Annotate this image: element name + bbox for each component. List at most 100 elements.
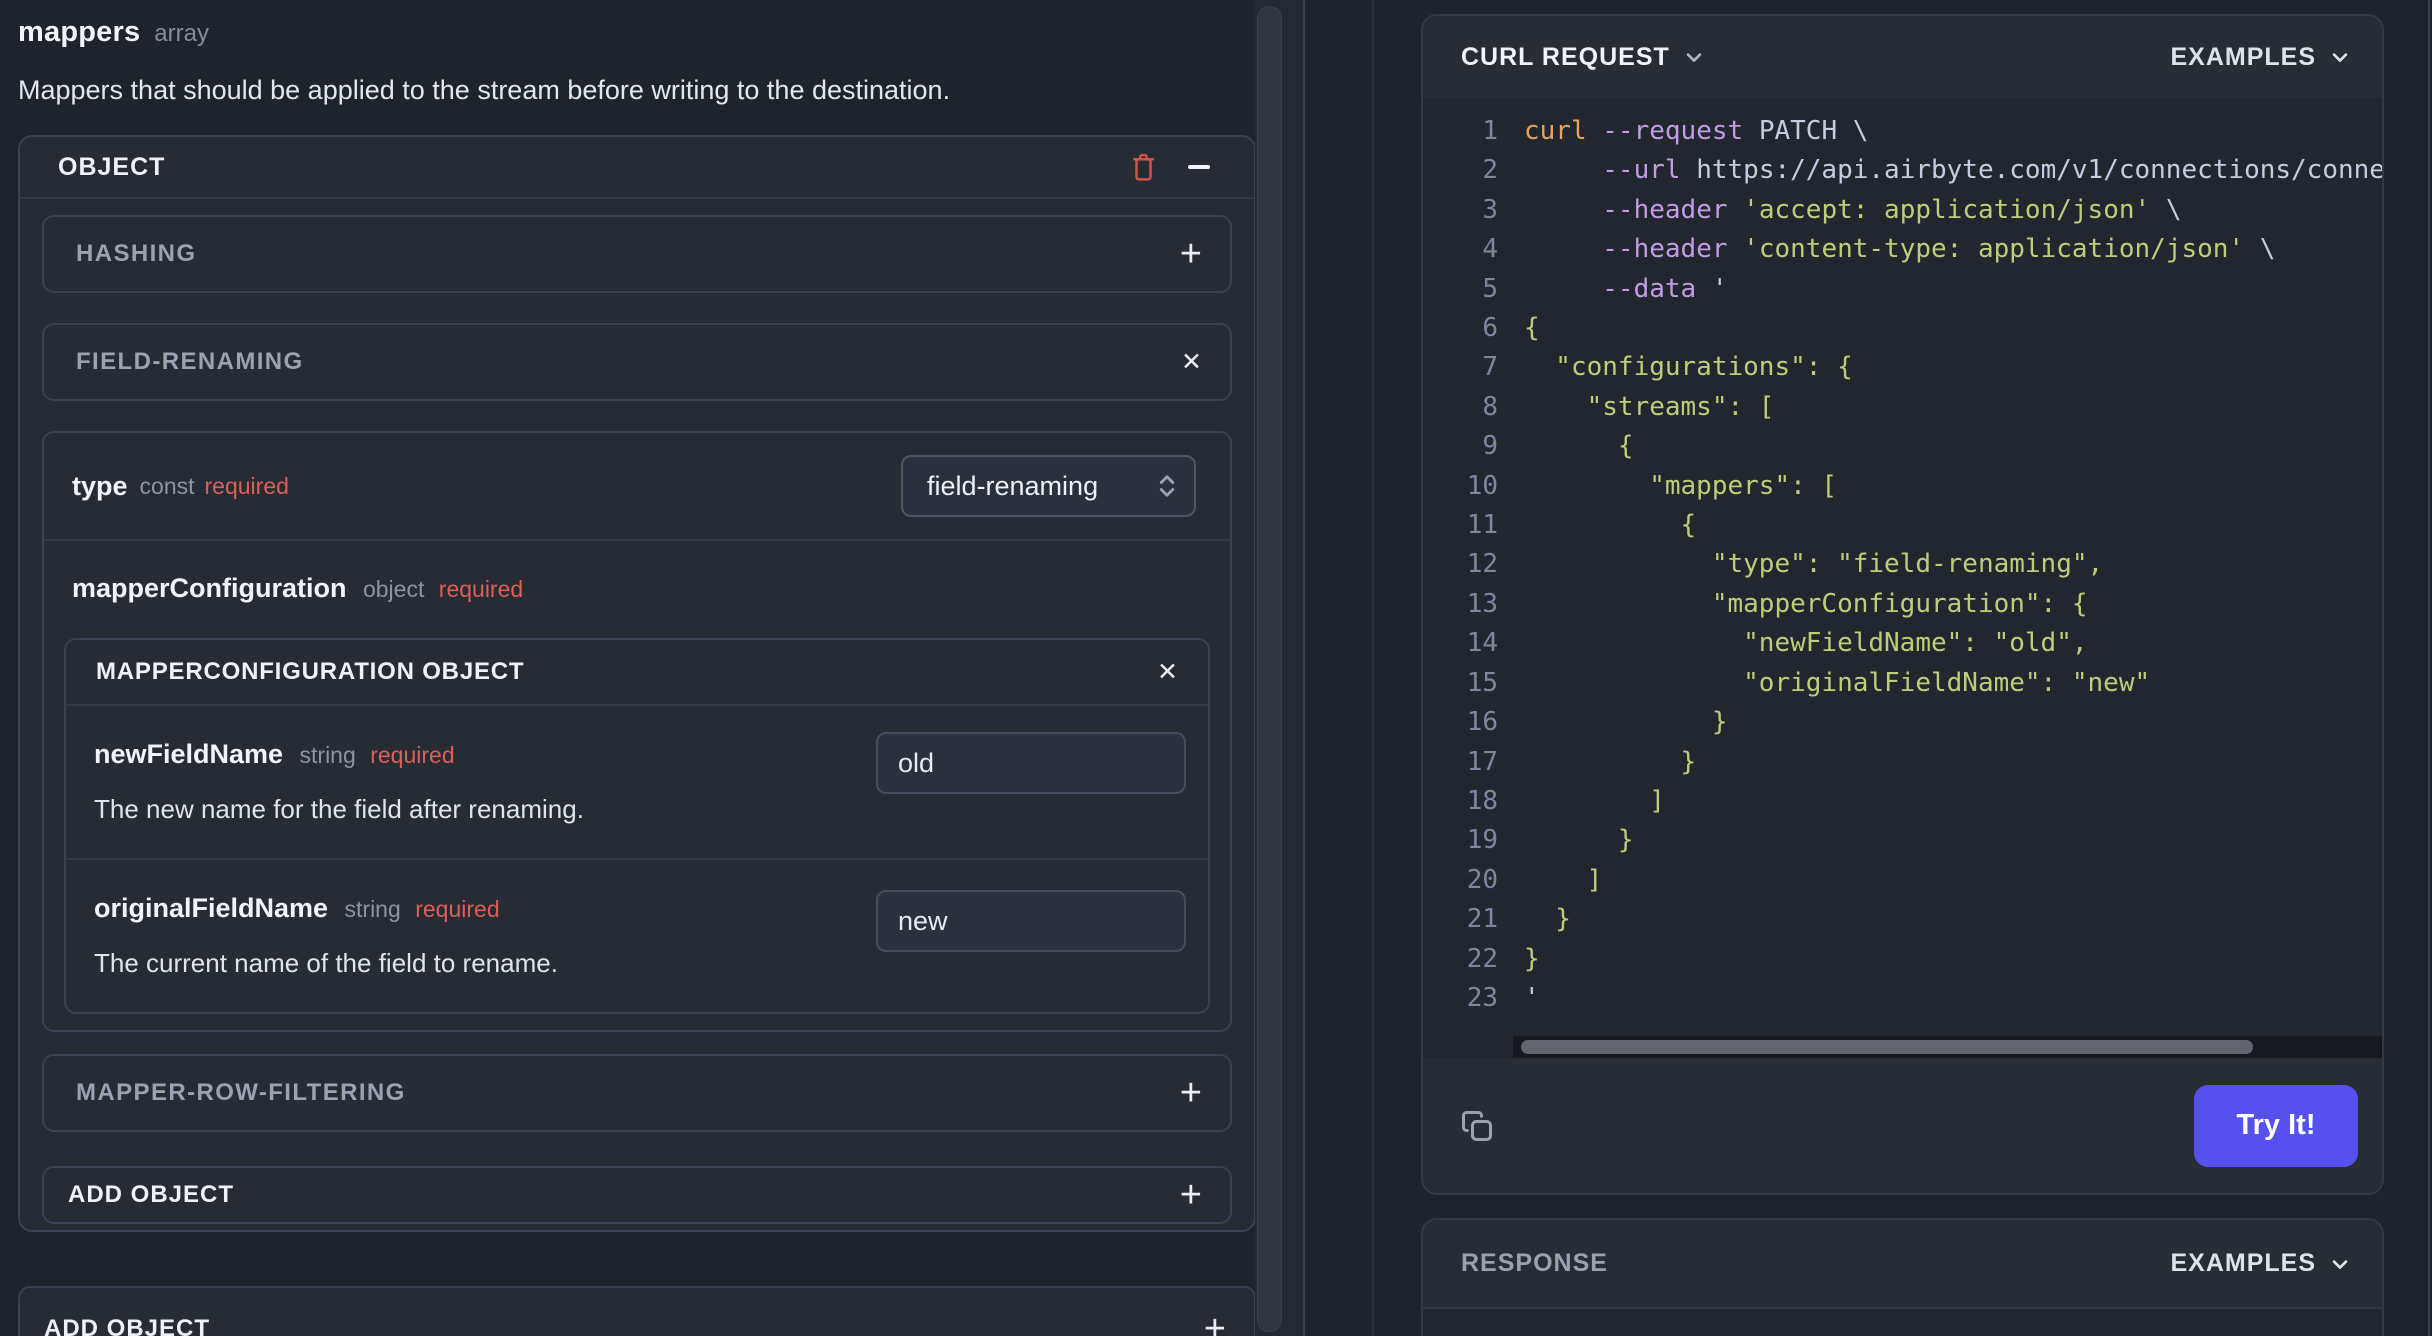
plus-icon[interactable]: + [1180, 1176, 1202, 1214]
code-line: 6{ [1482, 313, 1540, 344]
code-line: 12 "type": "field-renaming", [1466, 549, 2104, 580]
type-select-value: field-renaming [927, 470, 1099, 501]
mapperconfiguration-property-kind: object [362, 576, 425, 602]
examples-label: EXAMPLES [2170, 42, 2316, 71]
code-lines: 1 curl --request PATCH \ 2 --url https://a… [1423, 112, 2382, 1018]
code-line: 14 "newFieldName": "old", [1466, 628, 2088, 659]
newfieldname-input[interactable] [876, 732, 1186, 794]
object-panel-header: OBJECT [20, 137, 1254, 199]
newfieldname-row: newFieldName string required The new nam… [66, 706, 1208, 860]
newfieldname-description: The new name for the field after renamin… [94, 794, 584, 824]
code-line: 17 } [1466, 746, 1697, 777]
field-type-badge: array [154, 20, 209, 47]
mapperconfiguration-property-required: required [438, 576, 524, 602]
type-property-row: type const required field-renaming [44, 433, 1230, 541]
code-line: 18 ] [1466, 785, 1665, 816]
field-description: Mappers that should be applied to the st… [18, 75, 951, 105]
originalfieldname-kind: string [344, 896, 401, 922]
plus-icon[interactable]: + [1180, 1074, 1202, 1112]
field-title: mappers [18, 16, 141, 48]
mapperconfiguration-object-box: MAPPERCONFIGURATION OBJECT ✕ newFieldNam… [64, 638, 1210, 1014]
code-line: 22} [1466, 943, 1540, 974]
window-scrollbar-edge [2428, 0, 2430, 1336]
code-line: 10 "mappers": [ [1466, 470, 1838, 501]
newfieldname-required: required [370, 742, 455, 768]
select-chevrons-icon [1154, 471, 1180, 501]
trash-icon [1131, 152, 1156, 183]
mapper-row-filtering-section-label: MAPPER-ROW-FILTERING [76, 1079, 406, 1106]
type-property-required: required [204, 472, 289, 499]
mapperconfiguration-property-name: mapperConfiguration [72, 573, 347, 603]
field-renaming-section-label: FIELD-RENAMING [76, 348, 304, 375]
mapper-row-filtering-section-toggle[interactable]: MAPPER-ROW-FILTERING + [42, 1054, 1232, 1132]
code-line: 11 { [1466, 510, 1697, 541]
api-docs-page: mappers array Mappers that should be app… [0, 0, 2432, 1336]
schema-column: mappers array Mappers that should be app… [18, 0, 1256, 1336]
type-select[interactable]: field-renaming [901, 455, 1196, 517]
type-property-kind: const [139, 472, 195, 499]
mapperconfiguration-property-row: mapperConfiguration object required [72, 567, 1202, 614]
add-object-button-inner[interactable]: ADD OBJECT + [42, 1166, 1232, 1224]
examples-dropdown[interactable]: EXAMPLES [2170, 43, 2352, 72]
code-line: 7 "configurations": { [1482, 352, 1853, 383]
code-line: 23 ' [1466, 982, 1540, 1013]
close-icon[interactable]: ✕ [1181, 349, 1202, 375]
code-line: 21 } [1466, 904, 1571, 935]
newfieldname-kind: string [299, 742, 356, 768]
chevron-down-icon [2328, 45, 2352, 69]
copy-icon [1459, 1108, 1495, 1144]
code-line: 20 ] [1466, 864, 1603, 895]
horizontal-scrollbar-thumb[interactable] [1521, 1040, 2253, 1054]
code-line: 4 --header 'content-type: application/js… [1482, 234, 2276, 265]
add-object-button-outer[interactable]: ADD OBJECT + [18, 1286, 1256, 1336]
hashing-section-toggle[interactable]: HASHING + [42, 215, 1232, 293]
copy-code-button[interactable] [1459, 1108, 1495, 1144]
curl-card-footer: Try It! [1423, 1058, 2382, 1193]
try-it-button[interactable]: Try It! [2194, 1084, 2358, 1167]
object-panel: OBJECT HASHING + FIELD-RENAMING ✕ type c… [18, 135, 1256, 1232]
code-line: 16 } [1466, 707, 1728, 738]
response-title: RESPONSE [1461, 1249, 1608, 1277]
code-line: 19 } [1466, 825, 1634, 856]
field-title-row: mappers array [18, 16, 1256, 49]
response-body [1423, 1309, 2382, 1336]
response-card: RESPONSE EXAMPLES [1421, 1218, 2384, 1336]
field-renaming-section-toggle[interactable]: FIELD-RENAMING ✕ [42, 323, 1232, 401]
originalfieldname-required: required [415, 896, 500, 922]
code-line: 5 --data ' [1482, 273, 1728, 304]
vertical-scrollbar-thumb[interactable] [1257, 6, 1282, 1332]
curl-code-block: 1 curl --request PATCH \ 2 --url https://a… [1423, 98, 2382, 1058]
chevron-down-icon [1682, 45, 1706, 69]
newfieldname-name: newFieldName [94, 739, 284, 769]
object-panel-title: OBJECT [58, 152, 166, 181]
close-icon[interactable]: ✕ [1157, 659, 1178, 685]
type-property-name: type [72, 470, 128, 501]
curl-request-title: CURL REQUEST [1461, 42, 1670, 71]
request-type-dropdown[interactable]: CURL REQUEST [1461, 43, 1706, 72]
originalfieldname-row: originalFieldName string required The cu… [66, 860, 1208, 1012]
originalfieldname-input[interactable] [876, 890, 1186, 952]
add-object-label: ADD OBJECT [44, 1315, 211, 1336]
code-line: 2 --url https://api.airbyte.com/v1/conne… [1482, 155, 2382, 186]
response-examples-label: EXAMPLES [2170, 1249, 2316, 1277]
code-line: 3 --header 'accept: application/json' \ [1482, 194, 2182, 225]
curl-card-header: CURL REQUEST EXAMPLES [1423, 16, 2382, 98]
code-line: 15 "originalFieldName": "new" [1466, 667, 2151, 698]
horizontal-scrollbar-track [1513, 1036, 2382, 1058]
collapse-object-button[interactable] [1188, 165, 1210, 169]
response-examples-dropdown[interactable]: EXAMPLES [2170, 1249, 2352, 1278]
mapperconfiguration-object-header: MAPPERCONFIGURATION OBJECT ✕ [66, 640, 1208, 706]
hashing-section-label: HASHING [76, 240, 197, 267]
plus-icon[interactable]: + [1180, 235, 1202, 273]
column-divider [1303, 0, 1305, 1336]
chevron-down-icon [2328, 1252, 2352, 1276]
minus-icon [1188, 165, 1210, 169]
originalfieldname-name: originalFieldName [94, 893, 329, 923]
response-card-header: RESPONSE EXAMPLES [1423, 1220, 2382, 1309]
delete-object-button[interactable] [1131, 152, 1156, 183]
plus-icon[interactable]: + [1204, 1310, 1226, 1336]
field-renaming-expanded-panel: type const required field-renaming mappe… [42, 431, 1232, 1032]
code-line: 8 "streams": [ [1482, 391, 1775, 422]
code-line: 13 "mapperConfiguration": { [1466, 588, 2088, 619]
code-line: 1 curl --request PATCH \ [1482, 116, 1869, 146]
